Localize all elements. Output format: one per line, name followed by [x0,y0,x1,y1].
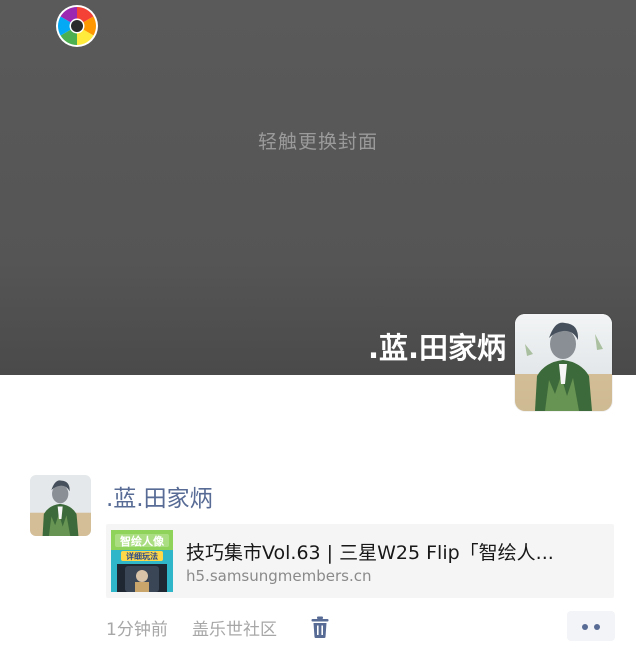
post-author-avatar[interactable] [30,475,91,536]
post-time: 1分钟前 [106,620,168,640]
link-thumbnail: 智绘人像 详细玩法 [111,530,173,592]
post-author-name[interactable]: .蓝.田家炳 [106,479,213,513]
change-cover-hint[interactable]: 轻触更换封面 [0,127,636,154]
post-meta: 1分钟前 盖乐世社区 [106,611,626,641]
camera-shutter-icon[interactable] [56,5,98,47]
post-source[interactable]: 盖乐世社区 [192,615,277,640]
more-options-button[interactable] [567,611,615,641]
link-title: 技巧集市Vol.63 | 三星W25 Flip「智绘人... [186,542,554,564]
more-dots-icon [594,624,600,630]
profile-username: .蓝.田家炳 [367,331,506,365]
thumb-subtitle: 详细玩法 [126,551,158,561]
more-dots-icon [582,624,588,630]
link-url: h5.samsungmembers.cn [186,567,372,585]
thumb-title: 智绘人像 [120,534,165,548]
trash-icon[interactable] [311,616,329,638]
profile-avatar[interactable] [515,314,612,411]
shared-link-card[interactable]: 智绘人像 详细玩法 技巧集市Vol.63 | 三星W25 Flip「智绘人...… [106,524,614,598]
